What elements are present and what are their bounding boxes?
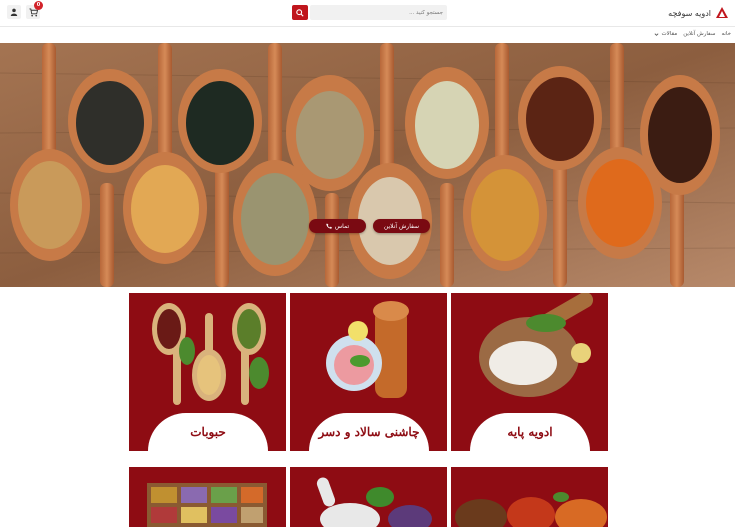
search-input[interactable] <box>310 5 447 20</box>
brand-name: ادویه سوفچه <box>668 8 711 18</box>
top-header: ادویه سوفچه 0 <box>0 0 735 27</box>
account-button[interactable] <box>7 5 21 19</box>
legumes-image <box>152 303 269 405</box>
category-card-row2-3[interactable] <box>451 467 608 527</box>
cart-count-badge: 0 <box>34 1 43 10</box>
salad-dessert-image <box>326 301 409 398</box>
contact-button[interactable]: تماس <box>309 219 366 233</box>
search-button[interactable] <box>292 5 308 20</box>
search-icon <box>296 8 304 17</box>
spices-bowls-image <box>455 492 607 527</box>
brand[interactable]: ادویه سوفچه <box>668 4 729 22</box>
category-label: حبوبات <box>148 413 268 451</box>
chevron-down-icon <box>655 32 659 36</box>
hero-banner: سفارش آنلاین تماس <box>0 43 735 287</box>
hero-spices-image <box>0 43 735 287</box>
spice-tray-image <box>147 483 267 527</box>
nav-item-home[interactable]: خانه <box>721 31 731 37</box>
online-order-button[interactable]: سفارش آنلاین <box>373 219 430 233</box>
main-nav: خانه سفارش آنلاین مقالات <box>654 29 731 39</box>
category-card-row2-1[interactable] <box>129 467 286 527</box>
base-spices-image <box>479 293 594 397</box>
category-label: ادویه پایه <box>470 413 590 451</box>
mortar-herbs-image <box>316 477 432 527</box>
nav-item-articles[interactable]: مقالات <box>654 31 677 37</box>
logo-icon <box>716 7 728 18</box>
nav-item-online-order[interactable]: سفارش آنلاین <box>683 31 715 37</box>
category-card-legumes[interactable]: حبوبات <box>129 293 286 451</box>
category-card-salad-dessert[interactable]: چاشنی سالاد و دسر <box>290 293 447 451</box>
search-bar <box>292 5 447 20</box>
category-card-row2-2[interactable] <box>290 467 447 527</box>
cart-button[interactable]: 0 <box>26 1 43 19</box>
phone-icon <box>326 223 332 229</box>
category-label: چاشنی سالاد و دسر <box>309 413 429 451</box>
category-card-base-spices[interactable]: ادویه پایه <box>451 293 608 451</box>
user-icon <box>10 8 18 16</box>
